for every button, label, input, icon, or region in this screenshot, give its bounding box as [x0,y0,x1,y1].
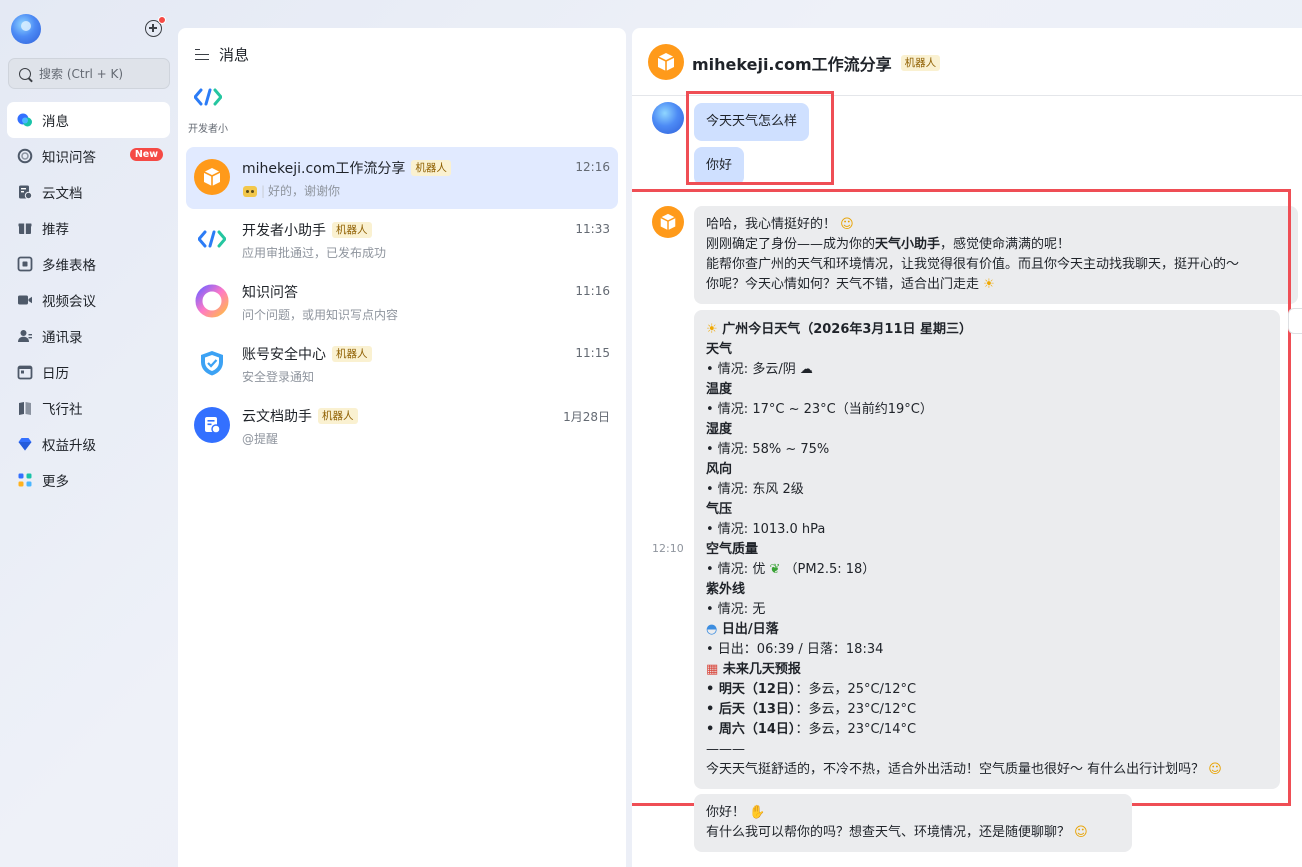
nav-item-bitable[interactable]: 多维表格 [7,246,170,282]
conv-header-title: 消息 [219,46,250,64]
nav-label: 权益升级 [42,438,96,454]
bot-message[interactable]: 你好！ ✋ 有什么我可以帮你的吗？想查天气、环境情况，还是随便聊聊？ ☺ [694,794,1132,852]
nav-label: 日历 [42,366,69,382]
conversation-preview: 问个问题，或用知识写点内容 [242,308,399,322]
highlight-box [632,189,1291,806]
chat-avatar[interactable] [648,44,684,80]
chat-bubbles-icon [17,112,33,128]
knowledge-ring-icon [17,148,33,164]
nav-item-feixingshe[interactable]: 飞行社 [7,390,170,426]
apps-grid-icon [17,472,33,488]
conversation-name: 知识问答 [242,285,298,301]
search-icon [19,67,31,80]
conversation-item[interactable]: 开发者小助手 机器人 11:33 应用审批通过，已发布成功 [186,209,618,271]
conversation-name: 账号安全中心 机器人 [242,344,372,364]
conversation-time: 11:33 [575,222,610,236]
nav-item-cloud-docs[interactable]: 云文档 [7,174,170,210]
conversation-item[interactable]: 账号安全中心 机器人 11:15 安全登录通知 [186,333,618,395]
chat-panel: mihekeji.com工作流分享 机器人 今天天气怎么样 你好 哈哈，我心情挺… [632,28,1302,867]
dev-code-icon[interactable] [193,88,223,110]
nav-label: 推荐 [42,222,69,238]
pinned-label: 开发者小 [188,124,228,135]
highlight-box [686,91,834,185]
nav-label: 消息 [42,114,69,130]
conversation-item[interactable]: mihekeji.com工作流分享 机器人 12:16 | 好的，谢谢你 [186,147,618,209]
robot-emoji-icon [243,185,257,197]
nav-label: 多维表格 [42,258,96,274]
nav-label: 视频会议 [42,294,96,310]
conversation-time: 12:16 [575,160,610,174]
nav-item-video-meeting[interactable]: 视频会议 [7,282,170,318]
conversation-time: 11:16 [575,284,610,298]
nav-item-knowledge[interactable]: 知识问答 New [7,138,170,174]
doc-avatar [194,407,230,443]
shield-avatar [194,345,230,381]
nav-item-recommend[interactable]: 推荐 [7,210,170,246]
search-placeholder: 搜索 (Ctrl + K) [39,67,124,81]
conversation-preview: | 好的，谢谢你 [242,182,340,199]
gift-icon [17,220,33,236]
conversation-item[interactable]: 知识问答 11:16 问个问题，或用知识写点内容 [186,271,618,333]
diamond-icon [17,436,33,452]
conversation-preview: 安全登录通知 [242,370,315,384]
bot-tag: 机器人 [411,160,451,176]
conv-header: 消息 [195,44,249,65]
conversation-name: mihekeji.com工作流分享 机器人 [242,158,451,178]
chat-header: mihekeji.com工作流分享 机器人 [632,28,1302,96]
conversation-time: 11:15 [575,346,610,360]
user-avatar[interactable] [652,102,684,134]
video-camera-icon [17,292,33,308]
new-badge: New [129,148,163,161]
calendar-icon [17,364,33,380]
orange-box-avatar [194,159,230,195]
bot-tag: 机器人 [332,346,372,362]
nav-label: 飞行社 [42,402,83,418]
conversation-name: 开发者小助手 机器人 [242,220,372,240]
smile-emoji-icon: ☺ [1074,825,1088,840]
nav-item-messages[interactable]: 消息 [7,102,170,138]
menu-collapse-icon[interactable] [195,48,209,61]
nav-label: 云文档 [42,186,83,202]
conversation-preview: 应用审批通过，已发布成功 [242,246,387,260]
nav-item-calendar[interactable]: 日历 [7,354,170,390]
conversation-item[interactable]: 云文档助手 机器人 1月28日 @提醒 [186,395,618,457]
dev-code-avatar [194,221,230,257]
conversation-time: 1月28日 [563,410,610,424]
search-input[interactable]: 搜索 (Ctrl + K) [8,58,170,89]
cloud-doc-icon [17,184,33,200]
notification-dot [158,16,166,24]
contacts-icon [17,328,33,344]
grid-table-icon [17,256,33,272]
user-avatar[interactable] [11,14,41,44]
nav-item-more[interactable]: 更多 [7,462,170,498]
nav-label: 通讯录 [42,330,83,346]
nav-list: 消息 知识问答 New 云文档 推荐 多维表格 视频会议 通讯录 日历 飞行社 … [7,102,170,498]
chat-title: mihekeji.com工作流分享 机器人 [692,51,941,75]
book-icon [17,400,33,416]
conversation-panel: 消息 开发者小 mihekeji.com工作流分享 机器人 12:16 | 好的，… [178,28,626,867]
bot-tag: 机器人 [900,55,941,71]
nav-item-upgrade[interactable]: 权益升级 [7,426,170,462]
thumbs-up-icon[interactable] [1288,308,1302,334]
ring-avatar [194,283,230,319]
conversation-name: 云文档助手 机器人 [242,406,358,426]
bot-tag: 机器人 [318,408,358,424]
nav-item-contacts[interactable]: 通讯录 [7,318,170,354]
wave-emoji-icon: ✋ [749,805,766,820]
conversation-list: mihekeji.com工作流分享 机器人 12:16 | 好的，谢谢你 开发者小… [186,147,618,457]
conversation-preview: @提醒 [242,432,279,446]
nav-label: 更多 [42,474,69,490]
bot-tag: 机器人 [332,222,372,238]
nav-label: 知识问答 [42,150,96,166]
left-nav: 搜索 (Ctrl + K) 消息 知识问答 New 云文档 推荐 多维表格 视频… [0,0,178,867]
